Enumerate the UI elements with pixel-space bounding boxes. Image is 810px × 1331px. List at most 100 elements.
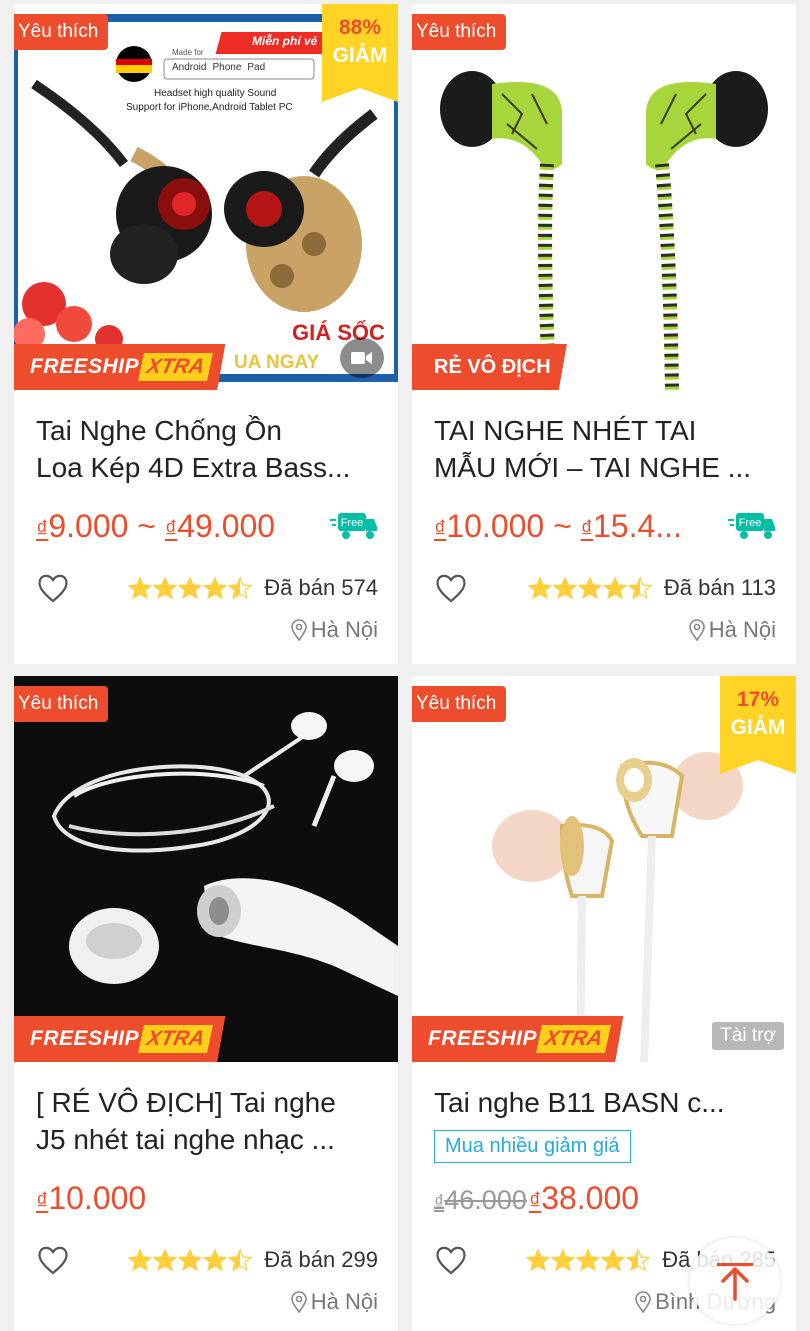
product-image[interactable]: Yêu thích 88% GIẢM Miễn phí vé Made for … <box>14 4 398 390</box>
product-title[interactable]: Tai nghe B11 BASN c... <box>434 1084 778 1121</box>
star-icon <box>128 577 153 599</box>
freeship-label: FREESHIP <box>428 1027 538 1050</box>
best-price-label: RẺ VÔ ĐỊCH <box>434 355 551 378</box>
price-low: 10.000 <box>446 507 545 544</box>
price-row: ₫10.000 ~ ₫15.4... Free <box>434 504 776 548</box>
product-title[interactable]: [ RÉ VÔ ĐỊCH] Tai nghe J5 nhét tai nghe … <box>36 1084 380 1158</box>
price-row: ₫46.000₫38.000 <box>434 1176 776 1220</box>
price-separator: ~ <box>544 507 581 544</box>
location: Hà Nội <box>290 614 378 646</box>
currency-symbol: ₫ <box>580 515 593 543</box>
star-icon <box>228 1249 253 1271</box>
original-price-value: 46.000 <box>444 1184 527 1215</box>
xtra-label: XTRA <box>138 1025 214 1053</box>
image-caption-2: Support for iPhone,Android Tablet PC <box>126 102 293 113</box>
product-title[interactable]: TAI NGHE NHÉT TAI MẪU MỚI – TAI NGHE ... <box>434 412 778 486</box>
sold-count: Đã bán 574 <box>264 575 378 600</box>
currency-symbol: ₫ <box>434 1191 445 1214</box>
currency-symbol: ₫ <box>434 515 447 543</box>
star-icon <box>203 1249 228 1271</box>
currency-symbol: ₫ <box>36 515 49 543</box>
star-icon <box>203 577 228 599</box>
freeship-ribbon: FREESHIP XTRA <box>14 1016 246 1062</box>
star-icon <box>601 1249 626 1271</box>
product-price: ₫10.000 ~ ₫15.4... <box>434 508 724 545</box>
image-made-for: Made for <box>172 48 204 57</box>
star-icon <box>153 577 178 599</box>
price-low: 9.000 <box>48 507 129 544</box>
heart-outline-icon[interactable] <box>434 572 468 604</box>
scroll-to-top-button[interactable] <box>690 1238 780 1324</box>
discount-badge: 17% GIẢM <box>720 676 796 774</box>
product-price: ₫46.000₫38.000 <box>434 1180 776 1217</box>
product-card[interactable]: Yêu thích 88% GIẢM Miễn phí vé Made for … <box>14 4 398 664</box>
favorite-badge: Yêu thích <box>412 14 507 55</box>
product-title-line: J5 nhét tai nghe nhạc ... <box>36 1124 335 1155</box>
favorite-badge: Yêu thích <box>14 14 109 55</box>
star-icon <box>602 577 627 599</box>
discount-percent: 88% <box>338 16 382 39</box>
star-icon <box>153 1249 178 1271</box>
star-rating <box>128 577 253 599</box>
star-icon <box>627 577 652 599</box>
product-image[interactable]: Yêu thích RẺ VÔ ĐỊCH <box>412 4 796 390</box>
product-card[interactable]: Yêu thích FREESHIP XTRA [ RÉ VÔ ĐỊCH] Ta… <box>14 676 398 1331</box>
price-separator: ~ <box>128 507 165 544</box>
freeship-label: FREESHIP <box>30 1027 140 1050</box>
product-title-line: [ RÉ VÔ ĐỊCH] Tai nghe <box>36 1087 336 1118</box>
free-shipping-label: Free <box>341 517 364 529</box>
map-pin-icon <box>635 1291 651 1313</box>
price-row: ₫9.000 ~ ₫49.000 Free <box>36 504 378 548</box>
favorite-badge: Yêu thích <box>14 686 109 727</box>
heart-outline-icon[interactable] <box>434 1244 468 1276</box>
location-label: Hà Nội <box>310 617 378 642</box>
meta-row: Đã bán 113 <box>434 570 776 606</box>
product-card[interactable]: Yêu thích RẺ VÔ ĐỊCH TAI NGHE NHÉT TAI M… <box>412 4 796 664</box>
sponsored-label: Tài trợ <box>712 1022 784 1050</box>
product-title-line: TAI NGHE NHÉT TAI <box>434 415 697 446</box>
map-pin-icon <box>290 1291 307 1313</box>
map-pin-icon <box>688 619 705 641</box>
star-icon <box>527 577 552 599</box>
product-title[interactable]: Tai Nghe Chống Ồn Loa Kép 4D Extra Bass.… <box>36 412 380 486</box>
heart-outline-icon[interactable] <box>36 572 70 604</box>
star-icon <box>577 577 602 599</box>
star-rating <box>527 577 652 599</box>
image-caption-1: Headset high quality Sound <box>154 88 277 99</box>
favorite-badge: Yêu thích <box>412 686 507 727</box>
product-title-line: Tai Nghe Chống Ồn <box>36 415 282 446</box>
product-price: ₫9.000 ~ ₫49.000 <box>36 508 326 545</box>
price-low: 38.000 <box>541 1179 640 1216</box>
original-price: ₫46.000 <box>434 1185 527 1215</box>
location: Hà Nội <box>688 614 776 646</box>
image-platforms: Android Phone Pad <box>172 62 265 73</box>
meta-row: Đã bán 299 <box>36 1242 378 1278</box>
heart-outline-icon[interactable] <box>36 1244 70 1276</box>
price-high: 49.000 <box>177 507 276 544</box>
image-free-tag: Miễn phí vé <box>252 34 318 48</box>
currency-symbol: ₫ <box>528 1187 542 1215</box>
currency-symbol: ₫ <box>164 515 178 543</box>
price-high: 15.4... <box>593 507 682 544</box>
freeship-ribbon: FREESHIP XTRA <box>412 1016 644 1062</box>
product-price: ₫10.000 <box>36 1180 378 1217</box>
xtra-label: XTRA <box>138 353 214 381</box>
star-icon <box>551 1249 576 1271</box>
location: Hà Nội <box>290 1286 378 1318</box>
xtra-label: XTRA <box>536 1025 612 1053</box>
star-icon <box>552 577 577 599</box>
product-title-line: MẪU MỚI – TAI NGHE ... <box>434 452 752 483</box>
price-row: ₫10.000 <box>36 1176 378 1220</box>
product-image[interactable]: Yêu thích FREESHIP XTRA <box>14 676 398 1062</box>
product-title-line: Tai nghe B11 BASN c... <box>434 1087 725 1118</box>
location-label: Hà Nội <box>708 617 776 642</box>
freeship-label: FREESHIP <box>30 355 140 378</box>
star-icon <box>526 1249 551 1271</box>
product-image[interactable]: Yêu thích 17% GIẢM FREESHIP XTRA Tài trợ <box>412 676 796 1062</box>
star-icon <box>228 577 253 599</box>
free-shipping-label: Free <box>739 517 762 529</box>
freeship-ribbon: FREESHIP XTRA <box>14 344 246 390</box>
product-card[interactable]: Yêu thích 17% GIẢM FREESHIP XTRA Tài trợ… <box>412 676 796 1331</box>
sold-count: Đã bán 113 <box>663 575 776 600</box>
discount-percent: 17% <box>736 688 780 711</box>
